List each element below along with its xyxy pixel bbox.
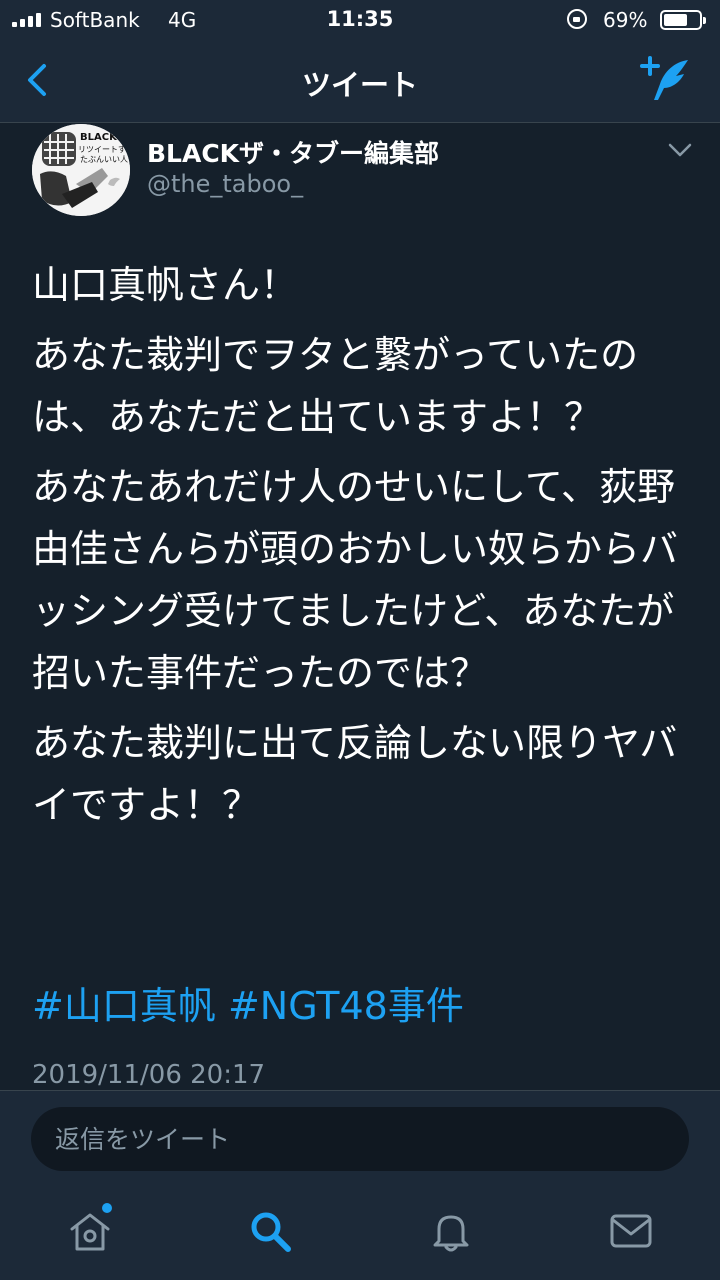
battery-icon bbox=[660, 10, 706, 30]
author-handle[interactable]: @the_taboo_ bbox=[147, 170, 303, 198]
tab-home[interactable] bbox=[66, 1203, 114, 1255]
nav-header: ツイート bbox=[0, 40, 720, 123]
reply-input[interactable] bbox=[31, 1107, 689, 1171]
avatar-text-black: BLACK bbox=[80, 132, 118, 143]
search-icon bbox=[251, 1212, 291, 1252]
avatar-text-line2: リツイートする人 bbox=[78, 145, 130, 154]
battery-percent: 69% bbox=[603, 8, 648, 32]
tweet-hashtags: #山口真帆 #NGT48事件 bbox=[32, 978, 464, 1034]
tweet-paragraph: あなた裁判に出て反論しない限りヤバイですよ！？ bbox=[32, 721, 678, 827]
tab-notifications[interactable] bbox=[427, 1207, 475, 1255]
bottom-tab-bar bbox=[0, 1185, 720, 1280]
tweet-paragraph: 山口真帆さん！ bbox=[32, 263, 299, 307]
tweet-paragraph: あなたあれだけ人のせいにして、荻野由佳さんらが頭のおかしい奴らからバッシング受け… bbox=[32, 465, 679, 695]
status-bar: SoftBank 4G 11:35 69% bbox=[0, 0, 720, 40]
tweet-paragraph: あなた裁判でヲタと繋がっていたのは、あなただと出ていますよ！？ bbox=[32, 333, 639, 439]
tweet-timestamp: 2019/11/06 20:17 bbox=[32, 1060, 266, 1090]
tweet-options-button[interactable] bbox=[668, 142, 692, 158]
author-avatar[interactable]: BLACK リツイートする人 たぶんいい人 bbox=[32, 124, 130, 216]
hashtag-link[interactable]: #NGT48事件 bbox=[228, 984, 464, 1028]
bell-icon bbox=[433, 1215, 469, 1252]
avatar-text-line3: たぶんいい人 bbox=[80, 155, 128, 164]
envelope-icon bbox=[610, 1214, 652, 1248]
orientation-lock-icon bbox=[567, 9, 587, 29]
author-name[interactable]: BLACKザ・タブー編集部 bbox=[147, 134, 439, 170]
chevron-down-icon bbox=[668, 143, 692, 157]
tab-search[interactable] bbox=[246, 1207, 294, 1255]
compose-tweet-button[interactable] bbox=[636, 54, 692, 108]
hashtag-link[interactable]: #山口真帆 bbox=[32, 984, 216, 1028]
tab-messages[interactable] bbox=[607, 1207, 655, 1255]
battery-fill bbox=[664, 14, 687, 26]
compose-tweet-icon bbox=[640, 56, 688, 100]
page-title: ツイート bbox=[301, 68, 418, 102]
tweet-text: 山口真帆さん！ あなた裁判でヲタと繋がっていたのは、あなただと出ていますよ！？ … bbox=[32, 254, 692, 844]
reply-bar bbox=[0, 1090, 720, 1186]
notification-dot bbox=[102, 1203, 112, 1213]
home-icon bbox=[70, 1213, 110, 1251]
avatar-image: BLACK リツイートする人 たぶんいい人 bbox=[32, 124, 130, 216]
